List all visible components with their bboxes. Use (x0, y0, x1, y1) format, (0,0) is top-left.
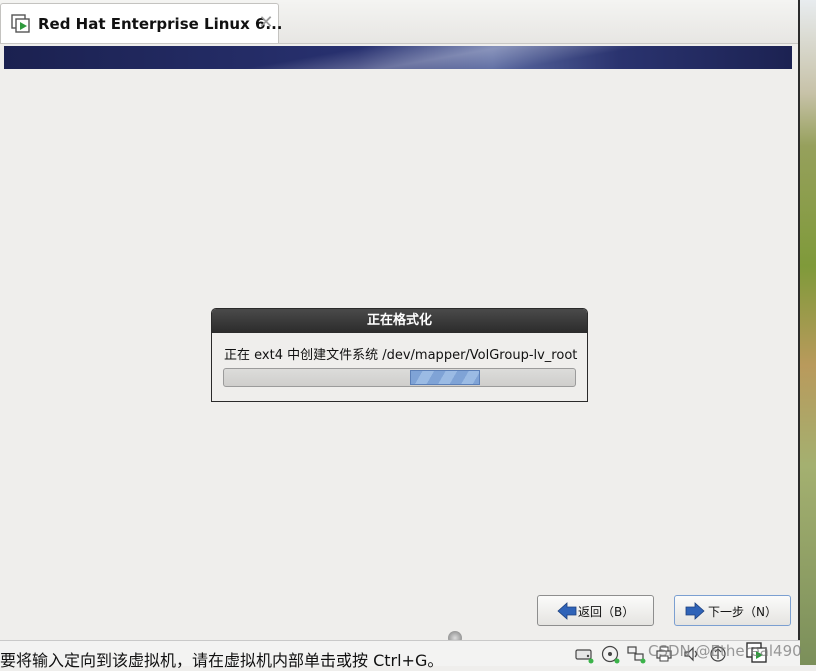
installer-banner (4, 46, 792, 69)
banner-highlight (4, 46, 792, 69)
watermark: CSDN @Ethereal490 (648, 642, 802, 660)
network-icon[interactable] (626, 644, 646, 664)
progress-bar (223, 368, 576, 387)
close-icon[interactable]: ✕ (257, 12, 275, 34)
status-message: 要将输入定向到该虚拟机，请在虚拟机内部单击或按 Ctrl+G。 (0, 651, 444, 670)
cd-dvd-icon[interactable] (600, 644, 620, 664)
next-button-label: 下一步（N） (708, 605, 777, 619)
dialog-message: 正在 ext4 中创建文件系统 /dev/mapper/VolGroup-lv_… (224, 348, 578, 363)
vm-tab-icon (11, 14, 30, 33)
next-button[interactable]: 下一步（N） (674, 595, 791, 626)
back-button[interactable]: 返回（B） (537, 595, 654, 626)
next-arrow-icon (685, 602, 705, 620)
vm-tab-title: Red Hat Enterprise Linux 6... (38, 15, 283, 33)
back-arrow-icon (557, 602, 577, 620)
back-button-label: 返回（B） (578, 605, 635, 619)
vm-tab-strip: Red Hat Enterprise Linux 6... ✕ (0, 0, 800, 44)
hard-disk-icon[interactable] (574, 644, 594, 664)
formatting-dialog: 正在格式化 正在 ext4 中创建文件系统 /dev/mapper/VolGro… (211, 308, 588, 402)
background-window-strip (800, 0, 816, 665)
progress-fill (410, 370, 480, 385)
vm-tab[interactable]: Red Hat Enterprise Linux 6... ✕ (0, 3, 283, 43)
dialog-title: 正在格式化 (212, 309, 587, 333)
